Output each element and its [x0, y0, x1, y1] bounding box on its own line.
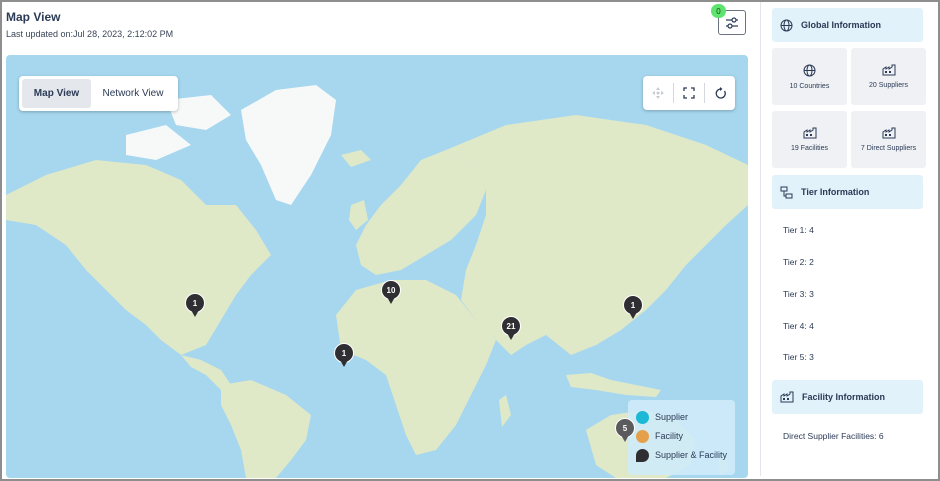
section-title: Tier Information	[801, 187, 870, 197]
suppliers-tile[interactable]: 20 Suppliers	[851, 48, 926, 105]
fullscreen-icon	[683, 87, 695, 99]
factory-icon	[803, 127, 816, 139]
uk-shape	[349, 200, 368, 230]
fullscreen-button[interactable]	[674, 76, 704, 110]
map-toolbar	[643, 76, 735, 110]
facility-dot-icon	[636, 429, 649, 443]
pin-tail	[507, 333, 515, 340]
pin-tail	[629, 312, 637, 319]
supplier-facility-pin-icon	[636, 448, 649, 462]
tile-label: 20 Suppliers	[869, 82, 908, 89]
map-view-tab[interactable]: Map View	[22, 79, 91, 108]
refresh-icon	[715, 86, 726, 99]
section-title: Facility Information	[802, 392, 886, 402]
last-updated-text: Last updated on:Jul 28, 2023, 2:12:02 PM	[6, 29, 174, 39]
filter-count-badge: 0	[711, 4, 726, 18]
facilities-tile[interactable]: 19 Facilities	[772, 111, 847, 168]
tier-information-header[interactable]: Tier Information	[772, 175, 923, 209]
tier-hierarchy-icon	[780, 186, 793, 198]
legend-label: Supplier & Facility	[655, 450, 728, 460]
legend-label: Supplier	[655, 412, 689, 422]
cluster-pin-australia[interactable]: 5	[615, 418, 635, 444]
tier-item: Tier 1: 4	[783, 225, 814, 235]
indonesia-shape	[566, 373, 661, 397]
cluster-pin-europe[interactable]: 10	[381, 280, 401, 306]
cluster-pin-india[interactable]: 21	[501, 316, 521, 342]
tier-item: Tier 4: 4	[783, 321, 814, 331]
greenland-shape	[241, 85, 336, 205]
world-map[interactable]: Map View Network View 1 10 1 21 1 5 Supp…	[6, 55, 748, 478]
europe-shape	[356, 150, 486, 275]
tile-label: 10 Countries	[789, 82, 830, 90]
north-america-shape	[6, 160, 271, 355]
tile-label: 7 Direct Suppliers	[860, 145, 917, 152]
tile-label: 19 Facilities	[791, 145, 828, 152]
countries-tile[interactable]: 10 Countries	[772, 48, 847, 105]
iceland-shape	[341, 150, 371, 167]
view-toggle: Map View Network View	[19, 76, 178, 111]
section-title: Global Information	[801, 20, 881, 30]
info-sidebar: Global Information 10 Countries 20 Suppl…	[760, 2, 935, 476]
map-legend: Supplier Facility Supplier & Facility	[628, 400, 735, 475]
direct-suppliers-tile[interactable]: 7 Direct Suppliers	[851, 111, 926, 168]
refresh-button[interactable]	[705, 76, 735, 110]
cluster-pin-japan[interactable]: 1	[623, 295, 643, 321]
factory-icon	[882, 127, 895, 139]
legend-item-supplier: Supplier	[636, 408, 735, 426]
pin-tail	[191, 310, 199, 317]
madagascar-shape	[499, 395, 511, 427]
sliders-icon	[726, 16, 738, 29]
cluster-pin-west-africa[interactable]: 1	[334, 343, 354, 369]
globe-icon	[780, 19, 793, 31]
legend-label: Facility	[655, 431, 684, 441]
network-view-tab[interactable]: Network View	[91, 79, 175, 108]
supplier-dot-icon	[636, 410, 649, 424]
pin-tail	[340, 360, 348, 367]
tier-item: Tier 3: 3	[783, 289, 814, 299]
factory-icon	[780, 391, 794, 403]
cluster-pin-north-america[interactable]: 1	[185, 293, 205, 319]
page-title: Map View	[6, 10, 61, 24]
direct-supplier-facilities: Direct Supplier Facilities: 6	[783, 431, 884, 441]
south-america-shape	[221, 380, 311, 478]
legend-item-facility: Facility	[636, 427, 735, 445]
pin-tail	[621, 435, 629, 442]
pin-tail	[387, 297, 395, 304]
facility-information-header[interactable]: Facility Information	[772, 380, 923, 414]
legend-item-supplier-facility: Supplier & Facility	[636, 446, 735, 464]
globe-icon	[803, 64, 816, 76]
tier-item: Tier 2: 2	[783, 257, 814, 267]
pan-button[interactable]	[643, 76, 673, 110]
tier-item: Tier 5: 3	[783, 352, 814, 362]
move-icon	[652, 87, 664, 99]
asia-shape	[446, 115, 748, 355]
factory-icon	[882, 64, 895, 76]
global-information-header[interactable]: Global Information	[772, 8, 923, 42]
